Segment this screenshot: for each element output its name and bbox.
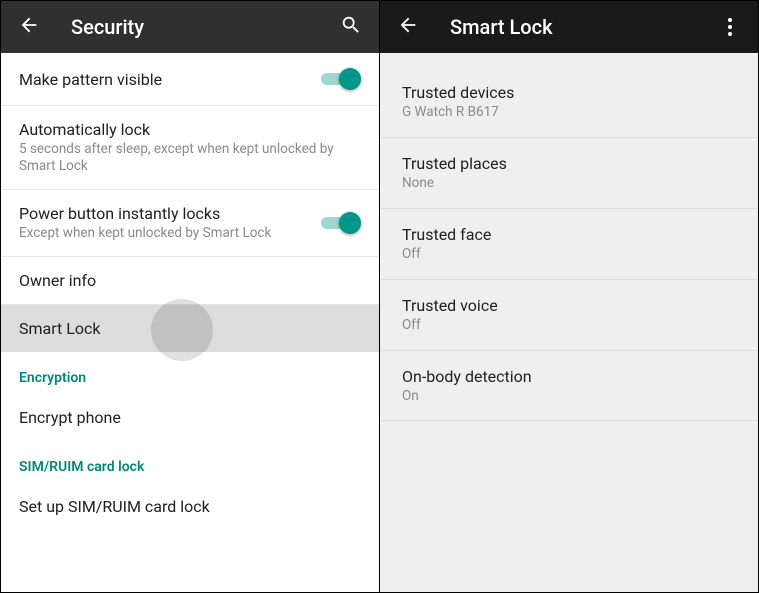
item-sublabel: Off [402, 317, 736, 334]
item-label: On-body detection [402, 367, 736, 386]
item-label: Trusted places [402, 154, 736, 173]
section-header-sim-lock: SIM/RUIM card lock [1, 441, 379, 483]
item-sublabel: None [402, 175, 736, 192]
page-title: Smart Lock [450, 15, 710, 39]
item-label: Power button instantly locks [19, 204, 311, 223]
setting-sim-lock[interactable]: Set up SIM/RUIM card lock [1, 483, 379, 530]
setting-power-button-locks[interactable]: Power button instantly locks Except when… [1, 190, 379, 257]
item-label: Trusted voice [402, 296, 736, 315]
toggle-make-pattern-visible[interactable] [321, 67, 361, 91]
setting-trusted-places[interactable]: Trusted places None [380, 138, 758, 209]
item-label: Automatically lock [19, 120, 361, 139]
item-label: Encrypt phone [19, 408, 361, 427]
arrow-left-icon [18, 14, 40, 40]
touch-ripple [151, 299, 213, 361]
item-sublabel: Except when kept unlocked by Smart Lock [19, 225, 311, 242]
setting-trusted-face[interactable]: Trusted face Off [380, 209, 758, 280]
setting-smart-lock[interactable]: Smart Lock [1, 305, 379, 352]
setting-trusted-devices[interactable]: Trusted devices G Watch R B617 [380, 67, 758, 138]
page-title: Security [71, 15, 331, 39]
item-label: Set up SIM/RUIM card lock [19, 497, 361, 516]
appbar-security: Security [1, 1, 379, 53]
back-button[interactable] [9, 7, 49, 47]
item-sublabel: On [402, 388, 736, 405]
overflow-menu-button[interactable] [710, 7, 750, 47]
arrow-left-icon [397, 14, 419, 40]
setting-automatically-lock[interactable]: Automatically lock 5 seconds after sleep… [1, 106, 379, 190]
more-vert-icon [728, 18, 732, 36]
setting-on-body-detection[interactable]: On-body detection On [380, 351, 758, 422]
smart-lock-list: Trusted devices G Watch R B617 Trusted p… [380, 53, 758, 592]
search-icon [340, 14, 362, 40]
item-label: Trusted devices [402, 83, 736, 102]
search-button[interactable] [331, 7, 371, 47]
item-sublabel: 5 seconds after sleep, except when kept … [19, 141, 361, 175]
setting-encrypt-phone[interactable]: Encrypt phone [1, 394, 379, 441]
item-sublabel: Off [402, 246, 736, 263]
setting-trusted-voice[interactable]: Trusted voice Off [380, 280, 758, 351]
item-label: Make pattern visible [19, 70, 311, 89]
item-sublabel: G Watch R B617 [402, 104, 736, 121]
appbar-smart-lock: Smart Lock [380, 1, 758, 53]
item-label: Owner info [19, 271, 361, 290]
smart-lock-screen: Smart Lock Trusted devices G Watch R B61… [379, 1, 758, 592]
item-label: Trusted face [402, 225, 736, 244]
setting-owner-info[interactable]: Owner info [1, 257, 379, 305]
security-list: Make pattern visible Automatically lock … [1, 53, 379, 592]
security-screen: Security Make pattern visible Automatica… [1, 1, 379, 592]
back-button[interactable] [388, 7, 428, 47]
toggle-power-button-locks[interactable] [321, 211, 361, 235]
setting-make-pattern-visible[interactable]: Make pattern visible [1, 53, 379, 106]
